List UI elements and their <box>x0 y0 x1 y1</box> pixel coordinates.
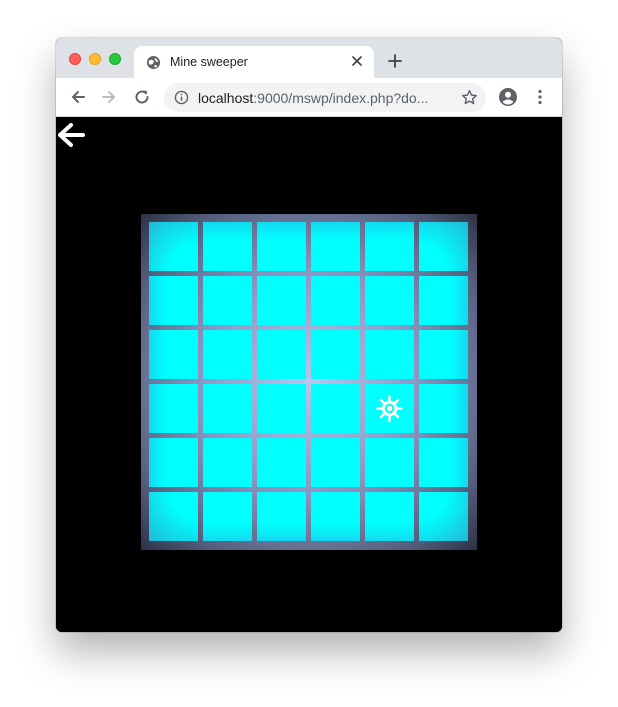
arrow-left-icon[interactable] <box>56 120 86 150</box>
board-cell[interactable] <box>257 438 306 487</box>
board-cell[interactable] <box>257 384 306 433</box>
board-cell[interactable] <box>257 222 306 271</box>
board-cell[interactable] <box>203 438 252 487</box>
board-cell[interactable] <box>203 276 252 325</box>
board-cell[interactable] <box>365 492 414 541</box>
board-cell[interactable] <box>149 438 198 487</box>
board-cell[interactable] <box>419 330 468 379</box>
more-menu-icon[interactable] <box>531 88 549 106</box>
board-cell[interactable] <box>203 222 252 271</box>
board-cell[interactable] <box>149 492 198 541</box>
forward-icon[interactable] <box>100 88 118 106</box>
reload-icon[interactable] <box>133 88 151 106</box>
board-cell[interactable] <box>149 330 198 379</box>
board-cell[interactable] <box>365 438 414 487</box>
board-cell[interactable] <box>203 384 252 433</box>
board-cell[interactable] <box>149 222 198 271</box>
star-icon[interactable] <box>461 89 478 106</box>
board-cell[interactable] <box>257 330 306 379</box>
board-cell[interactable] <box>419 276 468 325</box>
info-icon[interactable] <box>174 90 189 105</box>
window-minimize-button[interactable] <box>89 53 101 65</box>
board-cell[interactable] <box>419 438 468 487</box>
board-cell[interactable] <box>149 384 198 433</box>
globe-icon <box>146 55 161 70</box>
page-content <box>56 118 562 632</box>
window-close-button[interactable] <box>69 53 81 65</box>
board-cell[interactable] <box>419 384 468 433</box>
browser-toolbar: localhost:9000/mswp/index.php?do... <box>56 78 562 117</box>
account-icon[interactable] <box>499 88 517 106</box>
board-cell[interactable] <box>419 492 468 541</box>
address-bar[interactable]: localhost:9000/mswp/index.php?do... <box>164 83 486 112</box>
back-icon[interactable] <box>69 88 87 106</box>
board-cell[interactable] <box>419 222 468 271</box>
board-cell[interactable] <box>311 438 360 487</box>
board-cell[interactable] <box>365 276 414 325</box>
mine-icon <box>376 395 403 422</box>
board-cell[interactable] <box>365 384 414 433</box>
minesweeper-board <box>141 214 477 550</box>
board-cell[interactable] <box>311 492 360 541</box>
tab-title: Mine sweeper <box>170 55 248 69</box>
board-cell[interactable] <box>149 276 198 325</box>
board-cell[interactable] <box>257 492 306 541</box>
tab-bar: Mine sweeper <box>56 38 562 78</box>
board-cell[interactable] <box>311 276 360 325</box>
board-cell[interactable] <box>365 222 414 271</box>
board-cell[interactable] <box>257 276 306 325</box>
window-maximize-button[interactable] <box>109 53 121 65</box>
board-cell[interactable] <box>203 492 252 541</box>
board-cell[interactable] <box>311 384 360 433</box>
board-cell[interactable] <box>203 330 252 379</box>
tab-mine-sweeper[interactable]: Mine sweeper <box>134 46 374 78</box>
url-path: :9000/mswp/index.php?do... <box>253 90 429 106</box>
url-host: localhost <box>198 90 254 106</box>
url-text[interactable]: localhost:9000/mswp/index.php?do... <box>198 90 448 106</box>
plus-icon[interactable] <box>388 54 402 68</box>
close-icon[interactable] <box>350 54 364 68</box>
board-cell[interactable] <box>311 330 360 379</box>
board-cell[interactable] <box>311 222 360 271</box>
board-cell[interactable] <box>365 330 414 379</box>
browser-window: Mine sweeper localhost:9000/mswp/index.p… <box>56 38 562 632</box>
